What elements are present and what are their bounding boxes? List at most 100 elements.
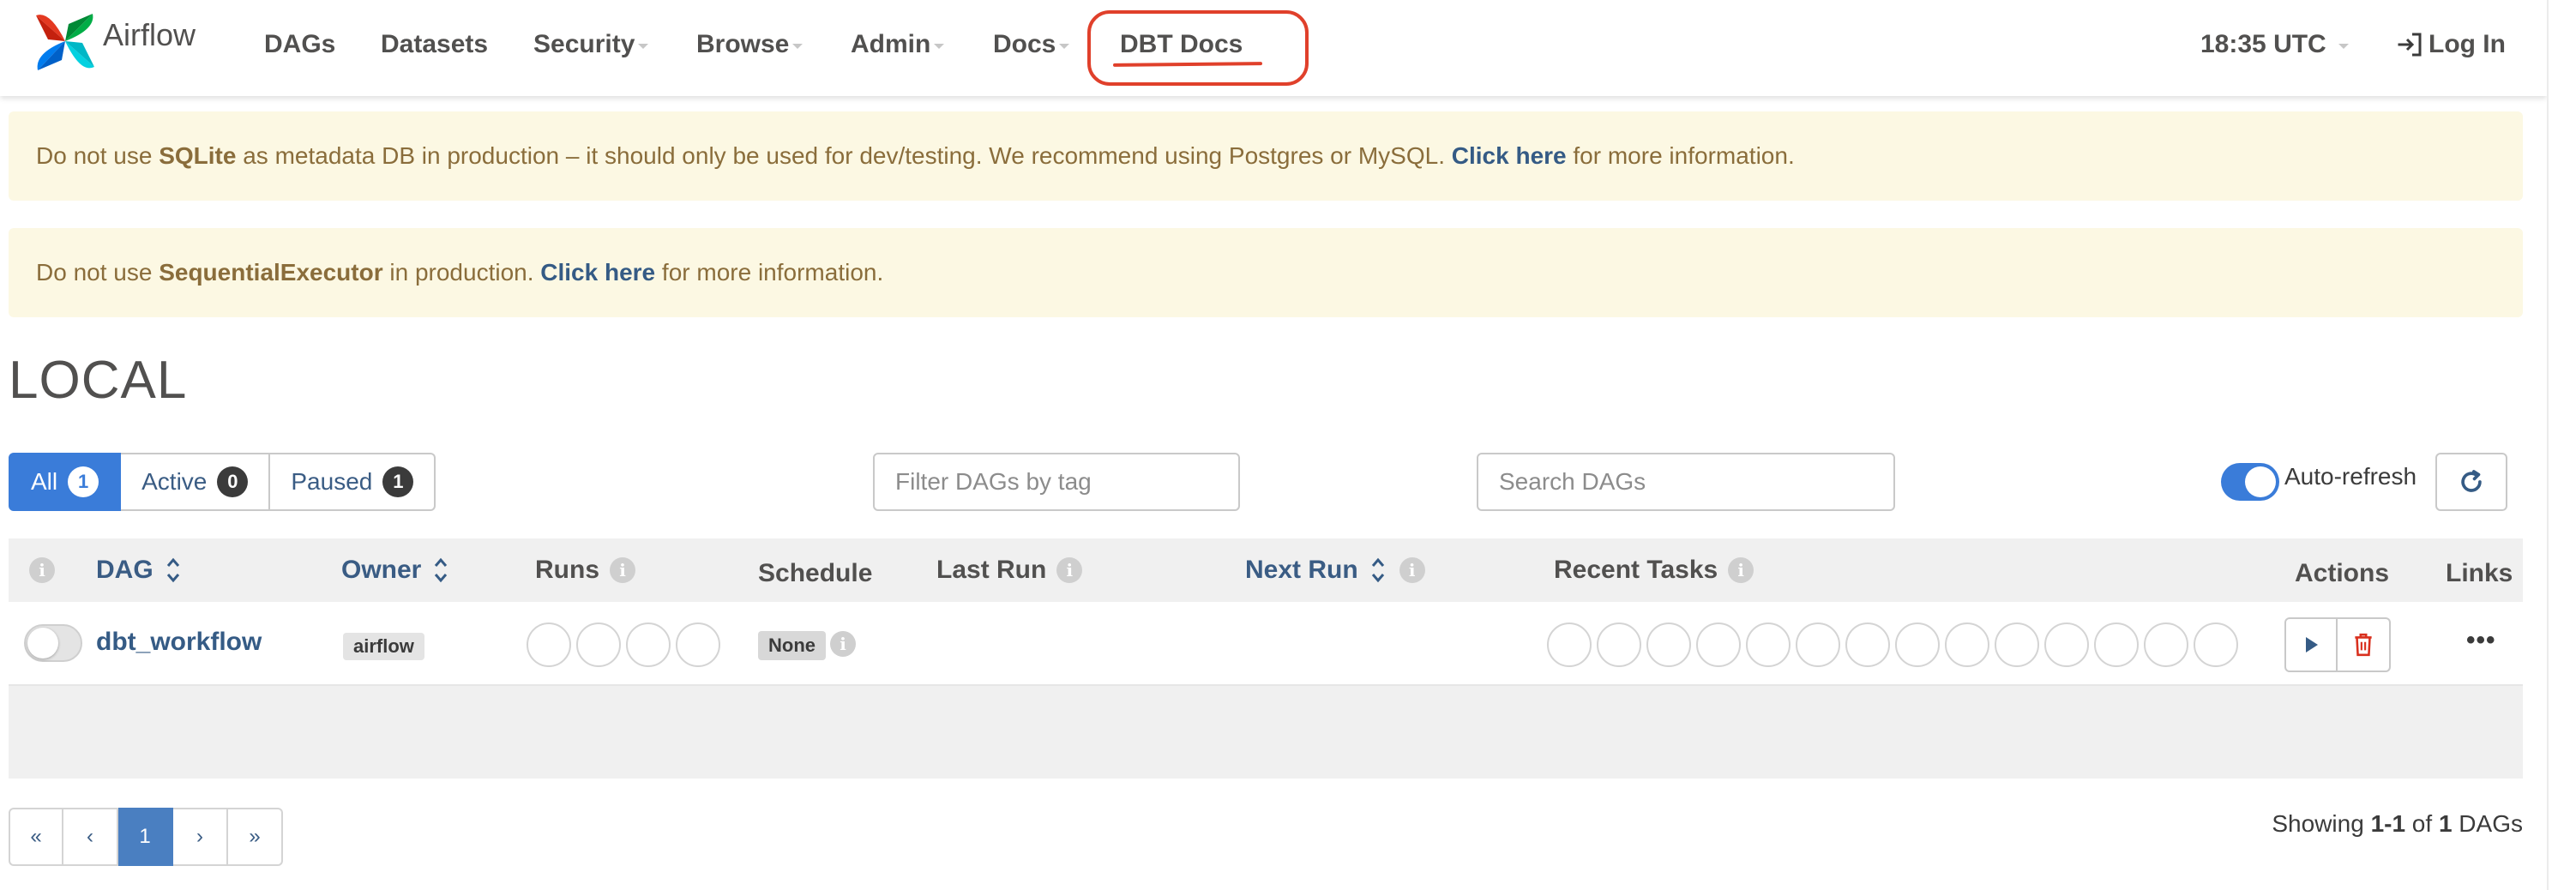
tab-active-label: Active bbox=[141, 468, 208, 495]
status-filter-tabs: All 1 Active 0 Paused 1 bbox=[9, 453, 436, 511]
sort-icon bbox=[166, 557, 179, 583]
task-state-circle[interactable] bbox=[1796, 622, 1840, 667]
header-next-run[interactable]: Next Run i bbox=[1245, 538, 1425, 602]
task-state-circle[interactable] bbox=[1895, 622, 1940, 667]
nav-security[interactable]: Security bbox=[533, 0, 649, 89]
task-state-circle[interactable] bbox=[2044, 622, 2089, 667]
window-edge bbox=[2547, 0, 2576, 890]
header-schedule: Schedule bbox=[758, 542, 872, 605]
task-state-circle[interactable] bbox=[1597, 622, 1641, 667]
actions-group bbox=[2284, 617, 2391, 672]
header-last-run: Last Run i bbox=[936, 538, 1083, 602]
search-dags-input[interactable]: Search DAGs bbox=[1477, 453, 1895, 511]
task-state-circle[interactable] bbox=[1547, 622, 1592, 667]
header-runs: Runs i bbox=[535, 538, 635, 602]
pagination-next[interactable]: › bbox=[173, 808, 228, 866]
nav-datasets[interactable]: Datasets bbox=[381, 0, 488, 89]
trash-icon bbox=[2355, 633, 2372, 657]
sort-icon bbox=[1371, 557, 1384, 583]
schedule-badge: None bbox=[758, 631, 826, 660]
info-icon[interactable]: i bbox=[830, 631, 856, 657]
dag-id-link[interactable]: dbt_workflow bbox=[96, 628, 262, 657]
task-state-circle[interactable] bbox=[1945, 622, 1989, 667]
chevron-down-icon bbox=[2338, 44, 2349, 49]
pause-dag-toggle[interactable] bbox=[24, 624, 82, 662]
brand-name: Airflow bbox=[103, 17, 196, 52]
pagination-first[interactable]: « bbox=[9, 808, 63, 866]
refresh-button[interactable] bbox=[2435, 453, 2507, 511]
pinwheel-icon bbox=[36, 14, 94, 70]
task-state-circle[interactable] bbox=[2094, 622, 2139, 667]
nav-browse[interactable]: Browse bbox=[696, 0, 803, 89]
more-links-icon[interactable]: ••• bbox=[2466, 626, 2496, 655]
alert-click-here-link[interactable]: Click here bbox=[1452, 142, 1567, 169]
header-links-label: Links bbox=[2446, 559, 2513, 587]
alert-text: Do not use SequentialExecutor in product… bbox=[36, 259, 884, 286]
alert-click-here-link[interactable]: Click here bbox=[540, 259, 655, 286]
pagination: « ‹ 1 › » bbox=[9, 808, 283, 866]
chevron-down-icon bbox=[638, 44, 649, 49]
task-state-circle[interactable] bbox=[1696, 622, 1741, 667]
info-icon[interactable]: i bbox=[610, 557, 635, 583]
pagination-last[interactable]: » bbox=[228, 808, 283, 866]
toggle-knob bbox=[27, 628, 58, 658]
auto-refresh-toggle[interactable] bbox=[2221, 463, 2279, 501]
info-icon[interactable]: i bbox=[1728, 557, 1754, 583]
header-last-run-label: Last Run bbox=[936, 556, 1047, 584]
chevron-down-icon bbox=[792, 44, 803, 49]
task-state-circle[interactable] bbox=[1646, 622, 1691, 667]
header-owner-label: Owner bbox=[341, 556, 422, 584]
info-icon[interactable]: i bbox=[1056, 557, 1083, 583]
run-state-circle[interactable] bbox=[576, 622, 621, 667]
nav-datasets-label: Datasets bbox=[381, 30, 489, 58]
owner-tag[interactable]: airflow bbox=[343, 633, 424, 660]
run-state-circle[interactable] bbox=[676, 622, 720, 667]
alert-text: Do not use SQLite as metadata DB in prod… bbox=[36, 142, 1795, 169]
tab-paused-label: Paused bbox=[291, 468, 373, 495]
top-navbar: Airflow DAGs Datasets Security Browse Ad… bbox=[0, 0, 2547, 96]
search-dags-placeholder: Search DAGs bbox=[1499, 468, 1646, 495]
info-icon[interactable]: i bbox=[1399, 557, 1425, 583]
count-badge: 1 bbox=[68, 466, 99, 497]
task-state-circle[interactable] bbox=[1995, 622, 2039, 667]
header-dag[interactable]: DAG bbox=[96, 538, 181, 602]
run-state-circle[interactable] bbox=[626, 622, 671, 667]
page-title: LOCAL bbox=[9, 351, 188, 410]
run-state-circle[interactable] bbox=[527, 622, 571, 667]
header-owner[interactable]: Owner bbox=[341, 538, 448, 602]
sqlite-warning-alert: Do not use SQLite as metadata DB in prod… bbox=[9, 111, 2523, 201]
login-link[interactable]: Log In bbox=[2394, 0, 2506, 89]
tab-all[interactable]: All 1 bbox=[9, 453, 122, 511]
count-badge: 0 bbox=[217, 466, 249, 497]
toggle-knob bbox=[2245, 466, 2276, 497]
select-all-info[interactable]: i bbox=[29, 538, 55, 602]
trigger-dag-button[interactable] bbox=[2284, 617, 2338, 672]
header-next-run-label: Next Run bbox=[1245, 556, 1358, 584]
nav-dags[interactable]: DAGs bbox=[264, 0, 335, 89]
nav-docs[interactable]: Docs bbox=[993, 0, 1070, 89]
nav-admin[interactable]: Admin bbox=[851, 0, 945, 89]
tab-active[interactable]: Active 0 bbox=[121, 453, 271, 511]
task-state-circle[interactable] bbox=[1746, 622, 1791, 667]
airflow-logo[interactable]: Airflow bbox=[33, 9, 196, 74]
task-state-circle[interactable] bbox=[1845, 622, 1890, 667]
header-schedule-label: Schedule bbox=[758, 559, 873, 587]
header-runs-label: Runs bbox=[535, 556, 599, 584]
play-icon bbox=[2306, 637, 2318, 652]
sign-in-icon bbox=[2398, 33, 2422, 57]
utc-clock-dropdown[interactable]: 18:35 UTC bbox=[2200, 0, 2349, 89]
header-links: Links bbox=[2446, 542, 2513, 605]
task-state-circle[interactable] bbox=[2144, 622, 2188, 667]
info-icon: i bbox=[29, 557, 55, 583]
tag-filter-input[interactable]: Filter DAGs by tag bbox=[873, 453, 1240, 511]
pagination-page-1[interactable]: 1 bbox=[118, 808, 173, 866]
delete-dag-button[interactable] bbox=[2338, 617, 2391, 672]
task-state-circle[interactable] bbox=[2194, 622, 2238, 667]
tab-paused[interactable]: Paused 1 bbox=[270, 453, 436, 511]
nav-security-label: Security bbox=[533, 30, 635, 58]
nav-docs-label: Docs bbox=[993, 30, 1056, 58]
pagination-prev[interactable]: ‹ bbox=[63, 808, 118, 866]
showing-count: Showing 1-1 of 1 DAGs bbox=[2272, 810, 2523, 837]
alert-emphasis: SequentialExecutor bbox=[159, 259, 383, 286]
login-label: Log In bbox=[2429, 30, 2506, 58]
